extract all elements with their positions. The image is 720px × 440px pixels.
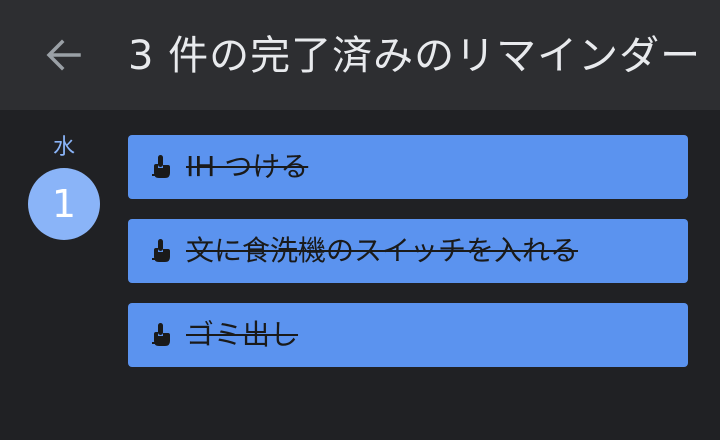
touch-gesture-icon xyxy=(152,155,170,178)
reminder-label: IH つける xyxy=(186,150,309,183)
page-title: 3 件の完了済みのリマインダー xyxy=(128,33,702,79)
date-badge: 1 xyxy=(28,168,100,240)
reminder-list: IH つける 文に食洗機のスイッチを入れる ゴミ出し xyxy=(128,135,688,387)
arrow-back-icon xyxy=(46,39,81,71)
back-button[interactable] xyxy=(34,30,94,80)
reminder-item[interactable]: 文に食洗機のスイッチを入れる xyxy=(128,219,688,283)
reminder-item[interactable]: IH つける xyxy=(128,135,688,199)
reminder-label: ゴミ出し xyxy=(186,318,299,351)
top-app-bar: 3 件の完了済みのリマインダー xyxy=(0,0,720,110)
weekday-label: 水 xyxy=(52,135,75,160)
touch-gesture-icon xyxy=(152,239,170,262)
touch-gesture-icon xyxy=(152,323,170,346)
day-header: 水 1 xyxy=(26,132,102,240)
completed-reminders-screen: 3 件の完了済みのリマインダー 水 1 IH つける 文に食洗機のスイッチを入れ… xyxy=(0,0,720,440)
reminder-label: 文に食洗機のスイッチを入れる xyxy=(186,234,579,267)
reminder-item[interactable]: ゴミ出し xyxy=(128,303,688,367)
